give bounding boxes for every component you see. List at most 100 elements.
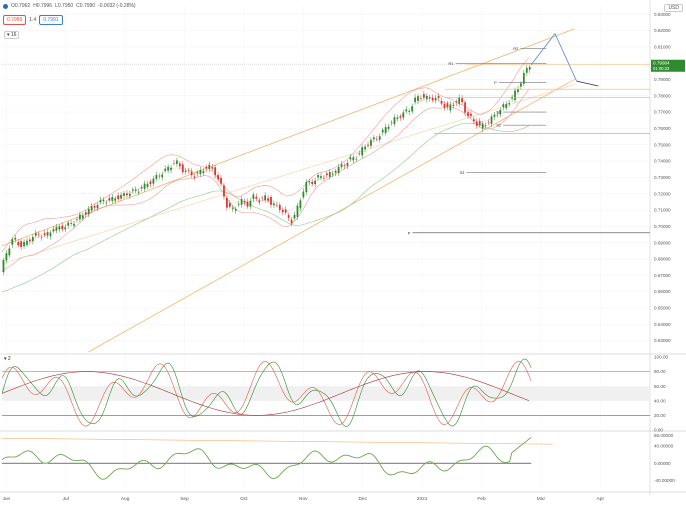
- candle-body: [364, 146, 366, 150]
- candle-body: [211, 167, 214, 169]
- candle: [284, 206, 287, 215]
- y-tick-label: 0.72000: [654, 191, 671, 196]
- candle-body: [522, 72, 525, 84]
- candle: [240, 196, 243, 208]
- candle: [387, 123, 390, 132]
- candle-body: [273, 203, 275, 206]
- candle-body: [146, 183, 149, 187]
- candle-body: [493, 114, 496, 117]
- buy-button[interactable]: 0.7991: [39, 15, 63, 25]
- x-tick-label: Oct: [240, 496, 248, 502]
- candle-body: [417, 96, 419, 101]
- candle-body: [449, 104, 452, 111]
- candle: [99, 196, 102, 205]
- pivot-label: R2: [513, 46, 519, 51]
- candle: [246, 198, 249, 209]
- y-tick-label: 0.71000: [654, 208, 671, 213]
- stoch-mid-band: [2, 386, 650, 401]
- candle-body: [26, 240, 28, 245]
- candle-body: [52, 229, 55, 232]
- pivot-label: P: [494, 80, 497, 85]
- candle-body: [23, 241, 25, 247]
- candle-body: [240, 199, 243, 205]
- candle-body: [40, 237, 43, 238]
- candle-body: [325, 173, 328, 175]
- pivot-label: R1: [448, 61, 454, 66]
- candle: [378, 133, 381, 143]
- candle-body: [258, 200, 261, 203]
- candle-body: [408, 110, 411, 112]
- candle: [140, 184, 143, 192]
- y-tick-label: 0.79000: [654, 77, 671, 82]
- candle: [522, 69, 525, 87]
- candle-body: [514, 90, 516, 101]
- candle-body: [502, 104, 505, 108]
- candle-body: [340, 164, 343, 167]
- y-tick-label: 0.68000: [654, 257, 671, 262]
- candle: [223, 182, 225, 200]
- candle: [234, 206, 237, 214]
- candle-body: [31, 236, 34, 242]
- candle: [146, 180, 149, 190]
- candle-body: [129, 193, 131, 197]
- circle-icon[interactable]: [3, 3, 8, 9]
- candle-body: [46, 232, 49, 236]
- legend-close: C0.7990: [76, 3, 96, 9]
- candle-body: [437, 95, 440, 98]
- candle-body: [134, 189, 137, 191]
- sell-button[interactable]: 0.7989: [3, 15, 27, 25]
- candle: [490, 113, 493, 127]
- candle-body: [464, 102, 466, 113]
- candle: [384, 123, 387, 136]
- candle-body: [196, 172, 199, 174]
- candle-body: [76, 218, 78, 220]
- candle: [58, 224, 61, 233]
- y-tick-label: 0.67000: [654, 273, 671, 278]
- candle: [61, 222, 64, 232]
- candle-body: [423, 94, 425, 98]
- candle-body: [20, 241, 22, 248]
- candle-body: [29, 239, 31, 242]
- candle-body: [443, 103, 446, 108]
- candle-body: [64, 227, 67, 230]
- candle: [249, 197, 252, 210]
- candle-body: [387, 126, 390, 129]
- candle-body: [164, 168, 167, 171]
- candle-body: [152, 178, 155, 184]
- candle-body: [252, 194, 255, 199]
- x-tick-label: Nov: [299, 496, 308, 502]
- candle: [23, 239, 25, 250]
- stoch-tick-label: 80.00: [654, 369, 666, 374]
- candle-body: [255, 196, 258, 199]
- candle-body: [249, 200, 252, 207]
- candle-body: [425, 95, 428, 100]
- candle: [267, 195, 269, 204]
- currency-label[interactable]: USD: [664, 4, 683, 12]
- candle-body: [308, 181, 311, 183]
- candle: [170, 165, 172, 174]
- bollinger-lower: [1, 89, 530, 272]
- candle: [525, 64, 528, 76]
- candle-body: [431, 97, 434, 101]
- candle: [528, 64, 531, 73]
- candle-body: [290, 219, 293, 224]
- candle-body: [228, 203, 231, 207]
- indicator-toggle[interactable]: ▾ 16: [4, 31, 20, 39]
- stoch-tick-label: 40.00: [654, 398, 666, 403]
- y-tick-label: 0.74000: [654, 159, 671, 164]
- legend-open: O0.7962: [11, 3, 31, 9]
- candle-body: [520, 83, 522, 87]
- candle-body: [390, 122, 393, 123]
- candle-body: [102, 199, 105, 202]
- candle-body: [378, 136, 381, 140]
- candle-body: [328, 172, 331, 177]
- chart-canvas[interactable]: 0.830000.820000.810000.800000.790000.780…: [0, 0, 686, 508]
- candle: [411, 103, 414, 115]
- candle: [308, 178, 311, 186]
- stoch-tick-label: 20.00: [654, 413, 666, 418]
- candle: [440, 97, 443, 106]
- candle-body: [478, 121, 481, 126]
- candle-body: [149, 181, 152, 184]
- candle: [258, 197, 261, 206]
- sub-pane-toggle[interactable]: ▾ 2: [4, 356, 11, 362]
